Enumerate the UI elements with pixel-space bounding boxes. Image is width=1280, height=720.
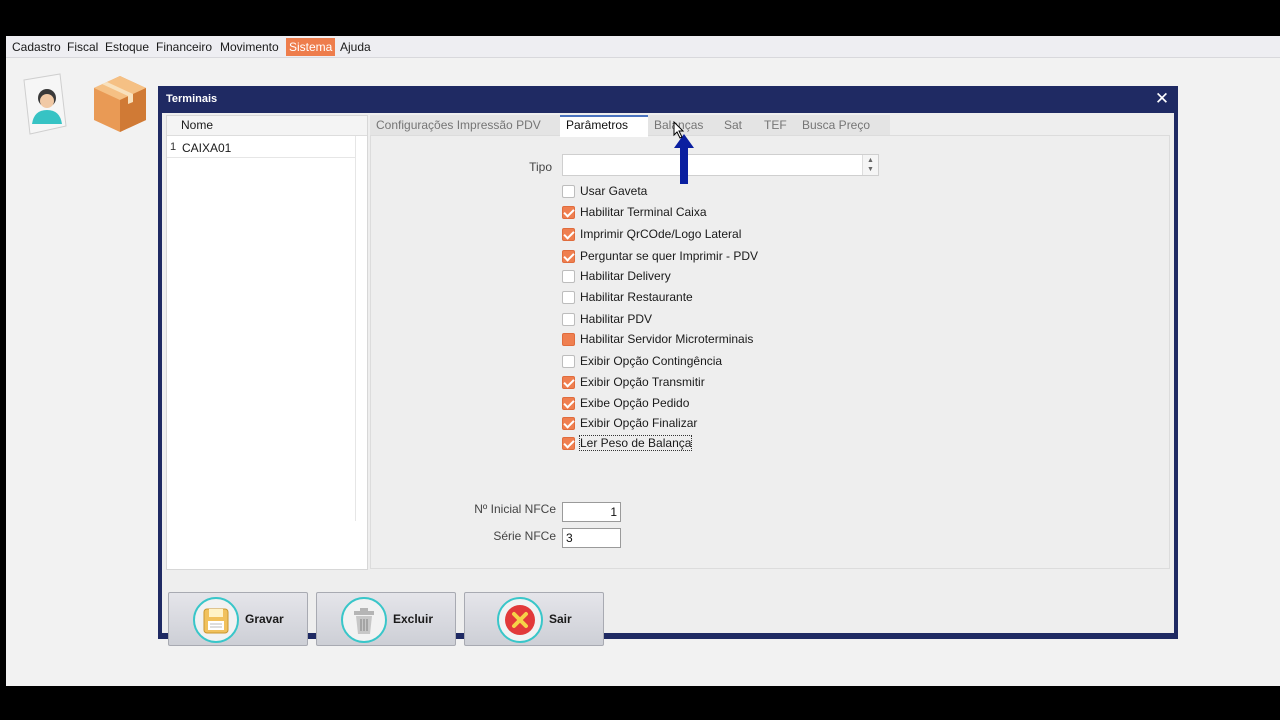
excluir-button[interactable]: Excluir — [316, 592, 456, 646]
checkbox-label: Exibir Opção Contingência — [580, 354, 723, 368]
dialog-title: Terminais — [166, 93, 218, 105]
checkbox-box[interactable] — [562, 376, 575, 389]
checkbox-box[interactable] — [562, 228, 575, 241]
tab-tef[interactable]: TEF — [758, 115, 796, 136]
column-header-nome[interactable]: Nome — [181, 118, 213, 132]
serie-nfce-input[interactable]: 3 — [562, 528, 621, 548]
row-name[interactable]: CAIXA01 — [182, 141, 231, 155]
nfce-inicial-label: Nº Inicial NFCe — [474, 502, 556, 516]
grid-divider — [355, 136, 356, 521]
tab-configuracoes-impressao-pdv[interactable]: Configurações Impressão PDV — [370, 115, 562, 136]
menu-financeiro[interactable]: Financeiro — [153, 38, 215, 56]
grid-header[interactable]: Nome — [167, 116, 367, 136]
checkbox-label: Habilitar Terminal Caixa — [580, 205, 707, 219]
menu-estoque[interactable]: Estoque — [102, 38, 152, 56]
mouse-cursor-icon — [673, 121, 685, 139]
sair-label: Sair — [549, 612, 572, 626]
close-icon[interactable]: ✕ — [1154, 90, 1170, 107]
sair-button[interactable]: Sair — [464, 592, 604, 646]
checkbox-box[interactable] — [562, 185, 575, 198]
checkbox-label: Exibe Opção Pedido — [580, 396, 690, 410]
trash-icon — [341, 597, 387, 643]
tab-sat[interactable]: Sat — [718, 115, 758, 136]
checkbox-box[interactable] — [562, 291, 575, 304]
tab-parametros[interactable]: Parâmetros — [560, 115, 648, 137]
checkbox-label: Habilitar PDV — [580, 312, 653, 326]
gravar-label: Gravar — [245, 612, 284, 626]
checkbox-box[interactable] — [562, 250, 575, 263]
checkbox-label: Usar Gaveta — [580, 184, 648, 198]
menu-ajuda[interactable]: Ajuda — [337, 38, 374, 56]
checkbox-label: Imprimir QrCOde/Logo Lateral — [580, 227, 742, 241]
table-row[interactable]: 1 CAIXA01 — [167, 138, 355, 158]
checkbox-label: Habilitar Delivery — [580, 269, 671, 283]
checkbox-box[interactable] — [562, 333, 575, 346]
terminals-grid[interactable]: Nome 1 CAIXA01 — [166, 115, 368, 570]
menu-movimento[interactable]: Movimento — [217, 38, 282, 56]
terminais-dialog: Terminais ✕ Nome 1 CAIXA01 Configurações… — [158, 86, 1178, 646]
checkbox-label: Perguntar se quer Imprimir - PDV — [580, 249, 759, 263]
menu-cadastro[interactable]: Cadastro — [9, 38, 64, 56]
checkbox-box[interactable] — [562, 206, 575, 219]
user-icon[interactable] — [20, 72, 70, 138]
checkbox-box[interactable] — [562, 355, 575, 368]
checkbox-box[interactable] — [562, 313, 575, 326]
checkbox-box[interactable] — [562, 417, 575, 430]
checkbox-label: Habilitar Servidor Microterminais — [580, 332, 754, 346]
menu-fiscal[interactable]: Fiscal — [64, 38, 101, 56]
tipo-label: Tipo — [529, 160, 552, 174]
dialog-body: Nome 1 CAIXA01 Configurações Impressão P… — [162, 113, 1174, 646]
exit-icon — [497, 597, 543, 643]
gravar-button[interactable]: Gravar — [168, 592, 308, 646]
tab-busca-preco[interactable]: Busca Preço — [796, 115, 890, 136]
annotation-arrow-icon — [674, 134, 694, 184]
checkbox-label: Exibir Opção Transmitir — [580, 375, 705, 389]
checkbox-box[interactable] — [562, 437, 575, 450]
checkbox-label: Ler Peso de Balança — [578, 435, 693, 451]
tab-strip: Configurações Impressão PDV Parâmetros B… — [370, 115, 1170, 137]
save-icon — [193, 597, 239, 643]
checkbox-label: Exibir Opção Finalizar — [580, 416, 698, 430]
screen: Cadastro Fiscal Estoque Financeiro Movim… — [0, 0, 1280, 720]
nfce-inicial-input[interactable]: 1 — [562, 502, 621, 522]
tipo-select[interactable]: ▲ ▼ — [562, 154, 879, 176]
excluir-label: Excluir — [393, 612, 434, 626]
checkbox-box[interactable] — [562, 270, 575, 283]
spinner-arrows-icon[interactable]: ▲ ▼ — [862, 155, 878, 175]
parametros-panel: Tipo ▲ ▼ Usar Gaveta Habilitar Terminal C… — [370, 135, 1170, 569]
package-icon[interactable] — [90, 72, 150, 138]
checkbox-box[interactable] — [562, 397, 575, 410]
serie-nfce-label: Série NFCe — [493, 529, 556, 543]
menu-sistema[interactable]: Sistema — [286, 38, 336, 56]
menu-bar: Cadastro Fiscal Estoque Financeiro Movim… — [6, 36, 1280, 58]
checkbox-label: Habilitar Restaurante — [580, 290, 693, 304]
row-number: 1 — [170, 141, 177, 153]
